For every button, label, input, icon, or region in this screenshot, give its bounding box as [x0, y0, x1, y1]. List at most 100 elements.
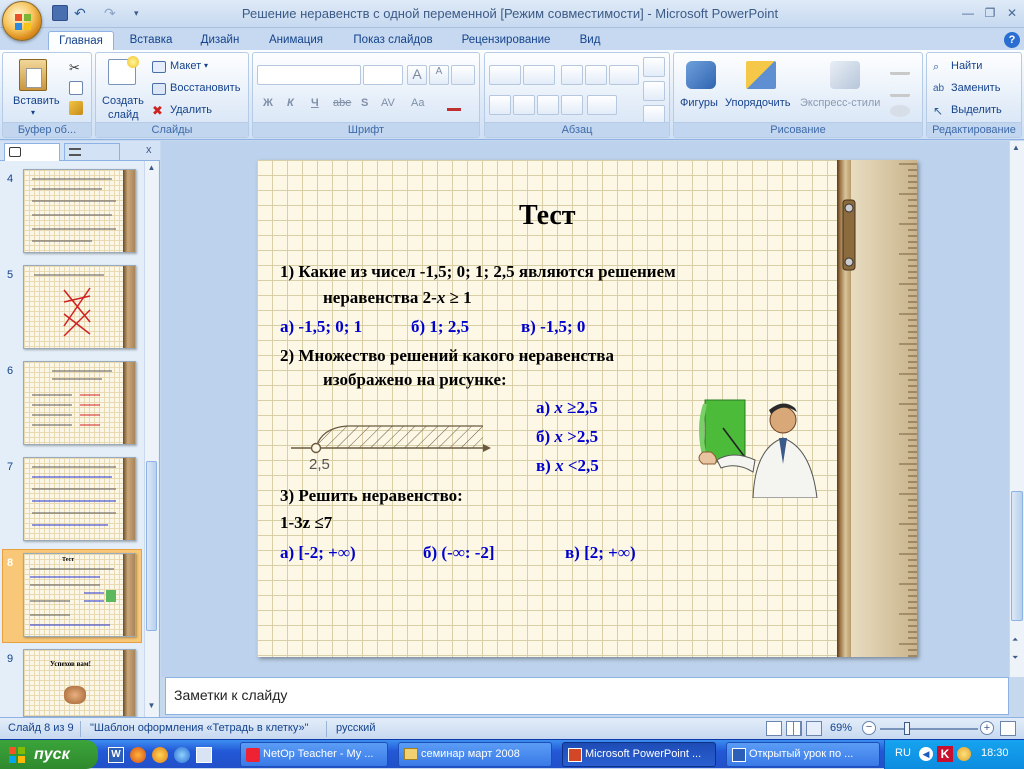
question-1-line-1[interactable]: 1) Какие из чисел -1,5; 0; 1; 2,5 являют…	[280, 262, 676, 282]
spacing-button[interactable]: AV	[381, 97, 395, 109]
help-icon[interactable]: ?	[1004, 32, 1020, 48]
replace-icon[interactable]: ab	[933, 83, 947, 95]
slides-tab-icon[interactable]	[4, 143, 60, 161]
bullets-icon[interactable]	[489, 65, 521, 85]
slide-thumbnail-8[interactable]: Тест	[23, 553, 136, 637]
question-1-line-2[interactable]: неравенства 2-x ≥ 1	[323, 288, 472, 308]
select-button[interactable]: Выделить	[951, 104, 1002, 116]
customize-qat-icon[interactable]: ▾	[134, 5, 150, 21]
underline-button[interactable]: Ч	[311, 97, 319, 109]
task-powerpoint[interactable]: Microsoft PowerPoint ...	[562, 742, 716, 767]
question-3-line-1[interactable]: 3) Решить неравенство:	[280, 486, 463, 506]
numbering-icon[interactable]	[523, 65, 555, 85]
slide-thumbnail-4[interactable]	[23, 169, 136, 253]
new-slide-label-2[interactable]: слайд	[108, 109, 139, 121]
tab-insert[interactable]: Вставка	[120, 31, 182, 50]
font-color-button[interactable]	[447, 95, 461, 111]
slide-thumbnail-9[interactable]: Успехов вам!	[23, 649, 136, 717]
notes-pane[interactable]: Заметки к слайду	[165, 677, 1009, 715]
paste-label[interactable]: Вставить	[13, 95, 60, 107]
zoom-in-icon[interactable]: +	[980, 721, 994, 735]
q1-answer-a[interactable]: а) -1,5; 0; 1	[280, 317, 362, 337]
slide-thumbnail-7[interactable]	[23, 457, 136, 541]
tab-home[interactable]: Главная	[48, 31, 114, 50]
scroll-thumb[interactable]	[1011, 491, 1023, 621]
question-2-line-1[interactable]: 2) Множество решений какого неравенства	[280, 346, 614, 366]
scroll-up-icon[interactable]: ▲	[146, 163, 157, 175]
increase-indent-icon[interactable]	[585, 65, 607, 85]
task-open-lesson[interactable]: Открытый урок по ...	[726, 742, 880, 767]
shape-outline-icon[interactable]	[890, 83, 910, 97]
scroll-thumb[interactable]	[146, 461, 157, 631]
q3-answer-b[interactable]: б) (-∞: -2]	[423, 543, 495, 563]
clear-format-icon[interactable]	[451, 65, 475, 85]
language-indicator[interactable]: русский	[336, 722, 375, 734]
tab-view[interactable]: Вид	[568, 31, 612, 50]
justify-icon[interactable]	[561, 95, 583, 115]
grow-font-button[interactable]: A	[407, 65, 427, 85]
kaspersky-icon[interactable]: K	[937, 746, 953, 762]
columns-icon[interactable]	[587, 95, 617, 115]
quick-launch-word-icon[interactable]: W	[108, 747, 124, 763]
language-bar[interactable]: RU	[895, 747, 911, 759]
reset-icon[interactable]	[152, 83, 166, 95]
slide-canvas[interactable]: Тест 1) Какие из чисел -1,5; 0; 1; 2,5 я…	[257, 160, 917, 657]
restore-button[interactable]: ❐	[980, 4, 1000, 22]
new-slide-icon[interactable]	[108, 56, 139, 85]
align-left-icon[interactable]	[489, 95, 511, 115]
zoom-slider-thumb[interactable]	[904, 722, 910, 735]
zoom-slider[interactable]	[880, 728, 978, 730]
scroll-up-icon[interactable]: ▲	[1012, 143, 1020, 152]
shrink-font-button[interactable]: A	[429, 65, 449, 85]
copy-icon[interactable]	[69, 81, 83, 95]
shapes-icon[interactable]	[686, 61, 716, 89]
slide-title[interactable]: Тест	[519, 200, 576, 232]
q3-answer-a[interactable]: а) [-2; +∞)	[280, 543, 356, 563]
paste-icon[interactable]	[19, 59, 47, 91]
bold-button[interactable]: Ж	[263, 97, 273, 109]
align-right-icon[interactable]	[537, 95, 559, 115]
text-direction-icon[interactable]	[643, 57, 665, 77]
slide-thumbnail-5[interactable]	[23, 265, 136, 349]
close-pane-icon[interactable]: x	[146, 144, 152, 156]
case-button[interactable]: Aa	[411, 97, 424, 109]
font-family-select[interactable]	[257, 65, 361, 85]
q2-answer-c[interactable]: в) x <2,5	[536, 456, 599, 476]
theme-name[interactable]: "Шаблон оформления «Тетрадь в клетку»"	[90, 722, 309, 734]
redo-icon[interactable]: ↷	[104, 5, 120, 21]
quick-launch-firefox-icon[interactable]	[130, 747, 146, 763]
cut-icon[interactable]: ✂	[69, 61, 83, 75]
arrange-button[interactable]: Упорядочить	[725, 97, 790, 109]
layout-button[interactable]: Макет	[170, 60, 201, 72]
office-button[interactable]	[2, 1, 42, 41]
shape-effects-icon[interactable]	[890, 105, 910, 117]
align-center-icon[interactable]	[513, 95, 535, 115]
zoom-out-icon[interactable]: −	[862, 721, 876, 735]
line-spacing-icon[interactable]	[609, 65, 639, 85]
fit-to-window-icon[interactable]	[1000, 721, 1016, 736]
scroll-down-icon[interactable]: ▼	[146, 701, 157, 713]
q2-answer-a[interactable]: а) x ≥2,5	[536, 398, 598, 418]
tray-arrow-icon[interactable]: ◀	[919, 747, 933, 761]
strikethrough-button[interactable]: abe	[333, 97, 351, 109]
task-netop-teacher[interactable]: NetOp Teacher - My ...	[240, 742, 388, 767]
quick-launch-desktop-icon[interactable]	[196, 747, 212, 763]
normal-view-icon[interactable]	[766, 721, 782, 736]
font-size-select[interactable]	[363, 65, 403, 85]
arrange-icon[interactable]	[746, 61, 776, 89]
zoom-level[interactable]: 69%	[830, 722, 852, 734]
thumbnails-scrollbar[interactable]: ▲ ▼	[144, 161, 158, 717]
layout-icon[interactable]	[152, 61, 166, 73]
task-seminar-folder[interactable]: семинар март 2008	[398, 742, 552, 767]
replace-button[interactable]: Заменить	[951, 82, 1000, 94]
slideshow-view-icon[interactable]	[806, 721, 822, 736]
shadow-button[interactable]: S	[361, 97, 368, 109]
tab-design[interactable]: Дизайн	[190, 31, 250, 50]
tab-animation[interactable]: Анимация	[258, 31, 334, 50]
shapes-button[interactable]: Фигуры	[680, 97, 718, 109]
question-2-line-2[interactable]: изображено на рисунке:	[323, 370, 507, 390]
express-styles-icon[interactable]	[830, 61, 860, 89]
slide-thumbnail-6[interactable]	[23, 361, 136, 445]
slide-sorter-icon[interactable]	[786, 721, 802, 736]
tab-slideshow[interactable]: Показ слайдов	[344, 31, 442, 50]
